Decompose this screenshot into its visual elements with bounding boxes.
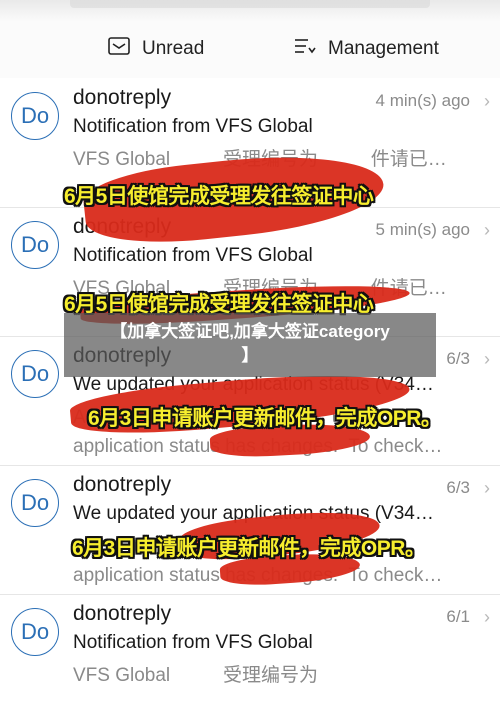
subject: Notification from VFS Global [73,632,313,653]
sender: donotreply [73,602,172,625]
top-edge-fade [0,0,500,22]
subject: Notification from VFS Global [73,116,313,137]
avatar: Do [11,221,59,269]
banner-line-1: 【加拿大签证吧,加拿大签证category [110,322,390,341]
avatar: Do [11,92,59,140]
unread-label: Unread [142,38,205,59]
timestamp: 4 min(s) ago [375,91,470,110]
sender: donotreply [73,86,172,109]
annotation-caption: 6月5日使馆完成受理发往签证中心 [64,185,374,208]
chevron-right-icon: › [484,91,490,111]
banner-line-2: 】 [241,346,259,365]
subject: Notification from VFS Global [73,245,313,266]
watermark-banner: 【加拿大签证吧,加拿大签证category 】 [64,313,436,377]
timestamp: 5 min(s) ago [375,220,470,239]
timestamp: 6/1 [446,607,470,626]
management-label: Management [328,38,439,59]
chevron-right-icon: › [484,607,490,627]
timestamp: 6/3 [446,478,470,497]
timestamp: 6/3 [446,349,470,368]
chevron-right-icon: › [484,478,490,498]
annotation-caption: 6月3日申请账户更新邮件，完成OPR。 [88,407,442,430]
avatar: Do [11,608,59,656]
chevron-right-icon: › [484,349,490,369]
mail-icon [108,37,130,61]
sender: donotreply [73,473,172,496]
email-row[interactable]: Do donotreply 6/1 › Notification from VF… [0,594,500,723]
chevron-right-icon: › [484,220,490,240]
management-button[interactable]: Management [294,36,439,62]
list-filter-icon [294,37,316,61]
avatar: Do [11,479,59,527]
mail-toolbar: Unread Management [0,0,500,78]
preview: VFS Global 受理编号为 [73,665,318,686]
avatar: Do [11,350,59,398]
unread-filter-button[interactable]: Unread [108,36,204,62]
annotation-caption: 6月3日申请账户更新邮件，完成OPR。 [72,537,426,560]
